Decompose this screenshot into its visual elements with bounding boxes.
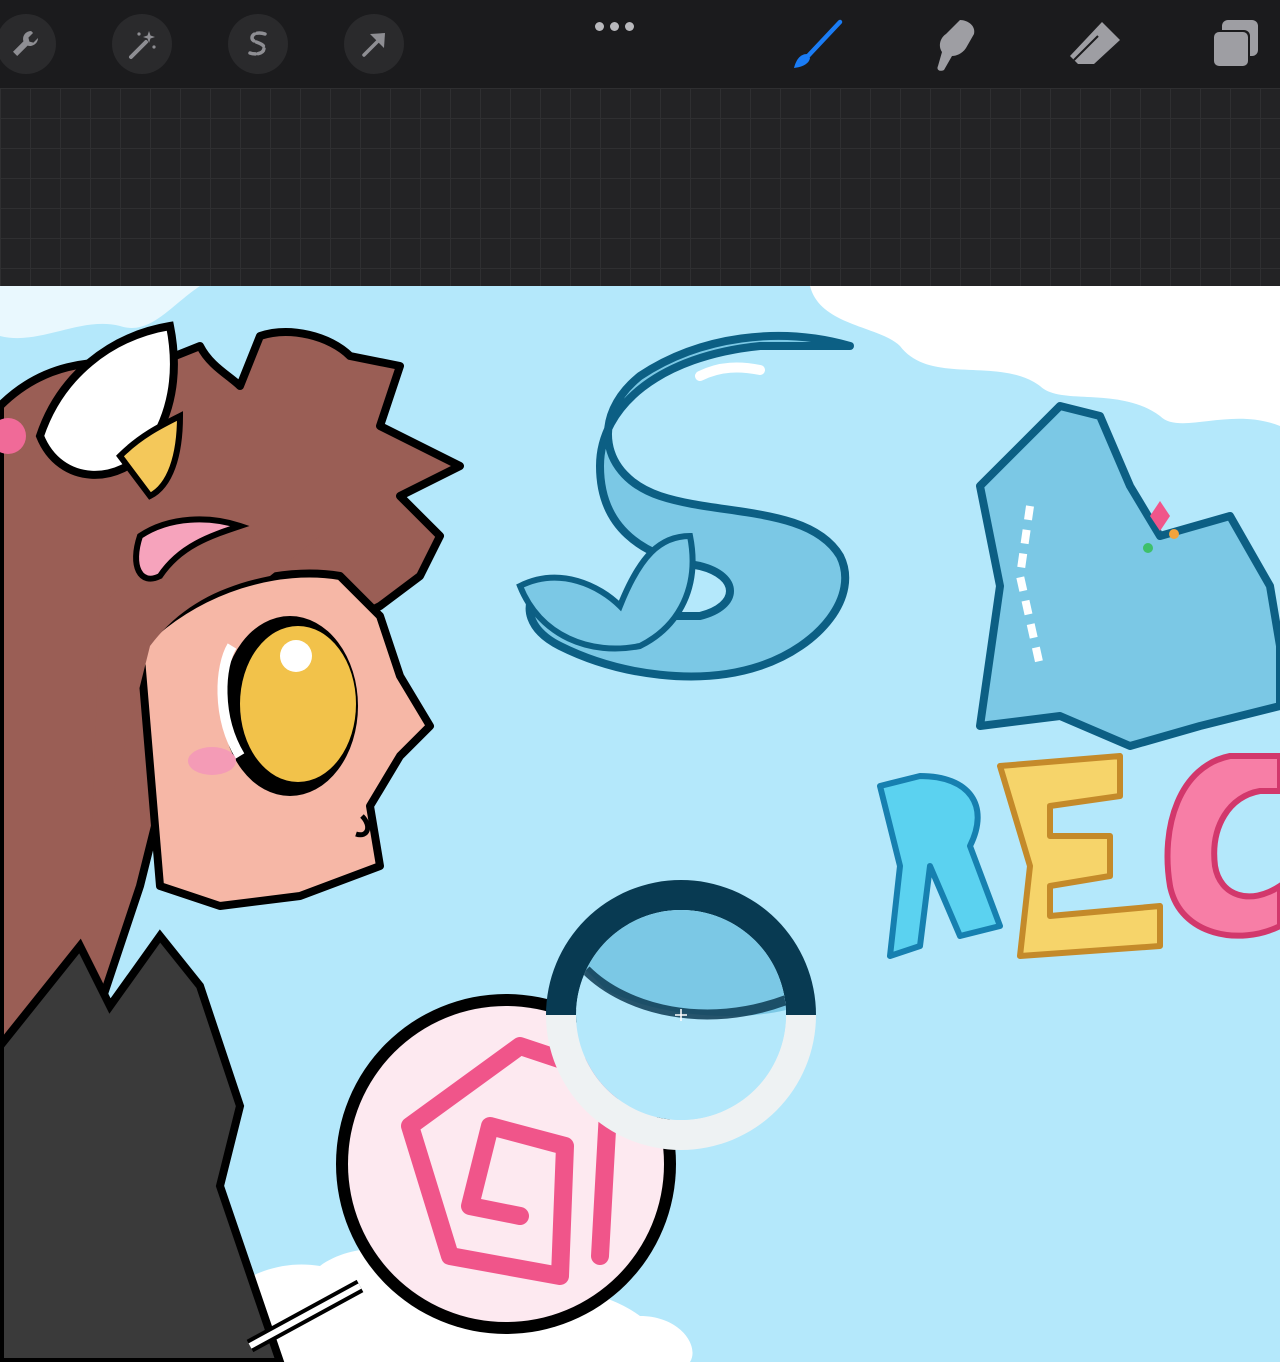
sparkle-green bbox=[1143, 543, 1153, 553]
top-toolbar bbox=[0, 0, 1280, 88]
ellipsis-icon-dot bbox=[624, 21, 634, 31]
ellipsis-icon-dot bbox=[594, 21, 604, 31]
title-letter-Q bbox=[1164, 753, 1280, 939]
wrench-icon bbox=[13, 31, 38, 56]
title-letter-E bbox=[997, 753, 1163, 959]
selection-button[interactable] bbox=[228, 14, 288, 74]
smudge-icon bbox=[937, 20, 975, 71]
ellipsis-icon-dot bbox=[609, 21, 619, 31]
title-letter-k bbox=[976, 402, 1280, 750]
title-letter-S-shine bbox=[695, 362, 765, 381]
character-body bbox=[0, 929, 285, 1362]
adjustments-button[interactable] bbox=[112, 14, 172, 74]
color-picker-loupe[interactable] bbox=[546, 880, 816, 1150]
selection-s-icon bbox=[248, 31, 267, 56]
brush-tool-button[interactable] bbox=[786, 14, 846, 74]
layers-icon bbox=[1212, 20, 1258, 68]
eraser-tool-button[interactable] bbox=[1064, 14, 1124, 74]
character-eye-highlight bbox=[280, 640, 312, 672]
artwork bbox=[0, 286, 1280, 1362]
transform-button[interactable] bbox=[344, 14, 404, 74]
more-options-button[interactable] bbox=[590, 16, 638, 36]
drawing-canvas[interactable] bbox=[0, 286, 1280, 1362]
magic-wand-icon bbox=[129, 31, 156, 59]
eraser-icon bbox=[1070, 22, 1120, 64]
layers-button[interactable] bbox=[1204, 14, 1264, 74]
canvas-grid-background bbox=[0, 88, 1280, 286]
title-letter-R bbox=[877, 773, 1003, 959]
smudge-tool-button[interactable] bbox=[924, 14, 984, 74]
actions-button[interactable] bbox=[0, 14, 56, 74]
arrow-cursor-icon bbox=[362, 33, 385, 57]
sparkle-orange bbox=[1169, 529, 1179, 539]
character-blush bbox=[188, 747, 236, 775]
brush-icon bbox=[794, 19, 843, 68]
cloud-top-right bbox=[800, 286, 1280, 426]
